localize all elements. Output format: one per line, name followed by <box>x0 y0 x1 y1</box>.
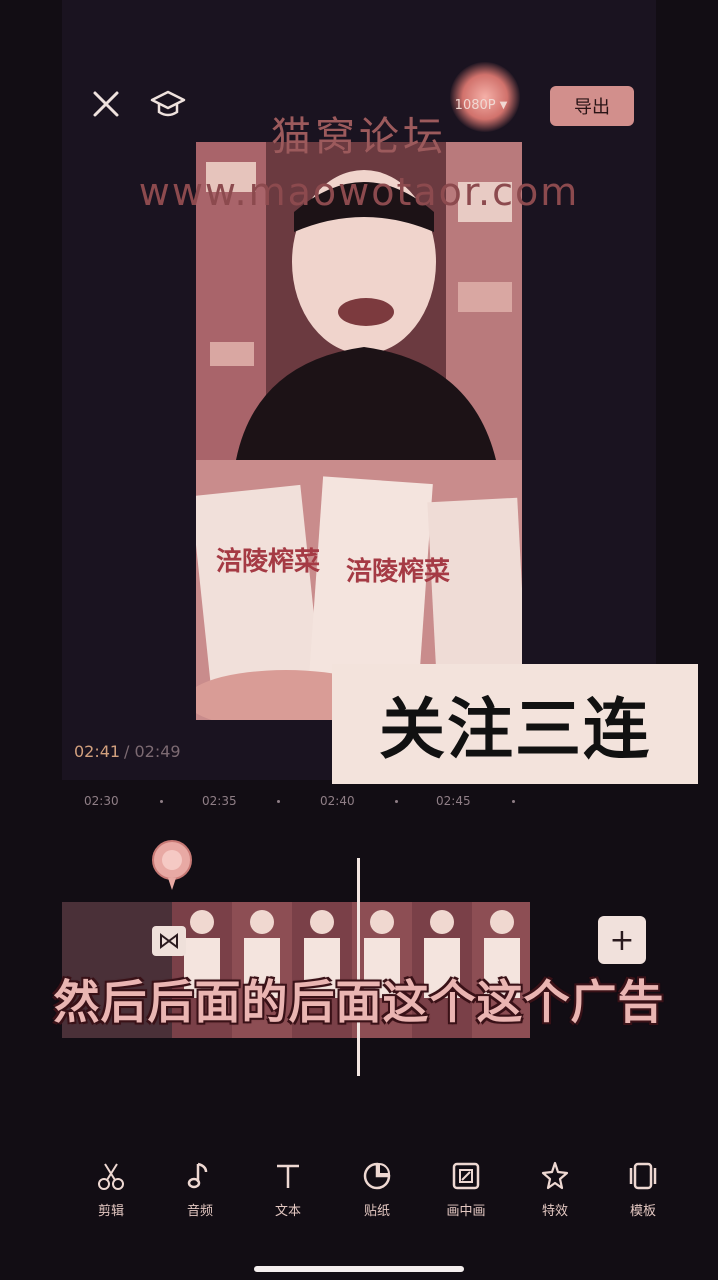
home-indicator[interactable] <box>254 1266 464 1272</box>
text-overlay[interactable]: 关注三连 <box>332 664 698 784</box>
graduation-cap-icon <box>150 90 186 117</box>
tool-text[interactable]: 文本 <box>253 1160 323 1224</box>
keyframe-marker[interactable] <box>150 840 194 892</box>
tool-effects[interactable]: 特效 <box>520 1160 590 1224</box>
transition-button[interactable] <box>152 926 186 956</box>
caption-subtitle: 然后后面的后面这个这个广告 <box>53 975 665 1029</box>
tool-label: 音频 <box>186 1204 213 1219</box>
video-preview[interactable]: 涪陵榨菜 涪陵榨菜 <box>196 142 522 720</box>
total-time: / 02:49 <box>124 742 181 761</box>
text-overlay-label: 关注三连 <box>379 691 651 768</box>
tool-label: 模板 <box>629 1204 656 1219</box>
ruler-tick: 02:35 <box>202 794 237 808</box>
close-icon <box>93 91 119 117</box>
tool-label: 剪辑 <box>97 1204 124 1219</box>
resolution-label: 1080P <box>454 97 496 113</box>
tool-label: 贴纸 <box>363 1204 390 1219</box>
template-icon <box>629 1162 657 1190</box>
current-time: 02:41 <box>74 742 121 761</box>
watermark-url: www.maowotaor.com <box>138 170 580 214</box>
ruler-dot <box>512 800 515 803</box>
export-button[interactable]: 导出 <box>550 86 634 126</box>
ruler-dot <box>395 800 398 803</box>
tool-label: 特效 <box>541 1204 568 1219</box>
text-icon <box>277 1164 299 1188</box>
tool-edit[interactable]: 剪辑 <box>76 1160 146 1224</box>
music-note-icon <box>187 1162 208 1189</box>
tool-label: 文本 <box>274 1204 301 1219</box>
ruler-tick: 02:30 <box>84 794 119 808</box>
tutorial-button[interactable] <box>148 86 188 122</box>
ruler-tick: 02:40 <box>320 794 355 808</box>
scissors-icon <box>98 1163 124 1190</box>
resolution-selector[interactable]: 1080P ▼ <box>432 88 530 122</box>
ruler-tick: 02:45 <box>436 794 471 808</box>
close-button[interactable] <box>88 86 124 122</box>
picture-in-picture-icon <box>452 1162 480 1190</box>
svg-text:涪陵榨菜: 涪陵榨菜 <box>216 546 320 577</box>
tool-pip[interactable]: 画中画 <box>431 1160 501 1224</box>
svg-text:涪陵榨菜: 涪陵榨菜 <box>346 556 450 587</box>
sticker-icon <box>363 1162 391 1190</box>
tool-template[interactable]: 模板 <box>608 1160 678 1224</box>
add-clip-button[interactable]: + <box>598 916 646 964</box>
transition-icon <box>160 933 178 949</box>
tool-label: 画中画 <box>446 1204 486 1219</box>
sparkle-star-icon <box>541 1161 569 1190</box>
ruler-dot <box>277 800 280 803</box>
plus-icon: + <box>609 922 635 958</box>
location-pin-icon <box>152 840 192 890</box>
tool-audio[interactable]: 音频 <box>165 1160 235 1224</box>
chevron-down-icon: ▼ <box>499 99 508 111</box>
tool-sticker[interactable]: 贴纸 <box>342 1160 412 1224</box>
ruler-dot <box>160 800 163 803</box>
